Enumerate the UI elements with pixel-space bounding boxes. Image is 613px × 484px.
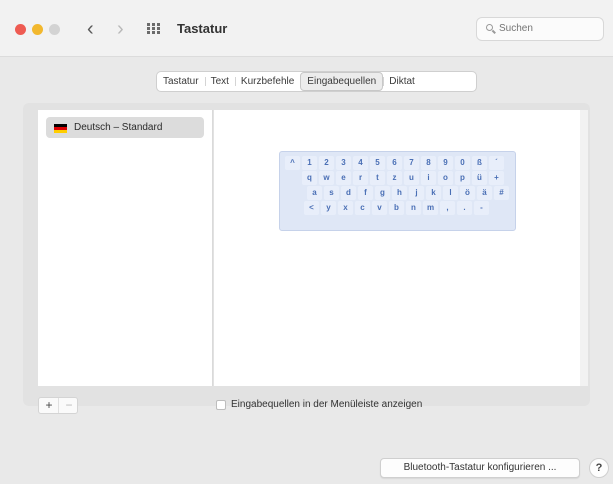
add-source-button[interactable]: +: [39, 398, 59, 413]
back-button[interactable]: ‹: [87, 17, 94, 41]
flag-stripe: [54, 130, 67, 133]
keyboard-key: ´: [489, 156, 504, 170]
keyboard-key: 3: [336, 156, 351, 170]
bluetooth-keyboard-button[interactable]: Bluetooth-Tastatur konfigurieren ...: [380, 458, 580, 478]
input-source-item-deutsch[interactable]: Deutsch – Standard: [46, 117, 204, 138]
keyboard-key: e: [336, 171, 351, 185]
add-remove-control: + −: [38, 397, 78, 414]
keyboard-key: k: [426, 186, 441, 200]
title-bar: ‹ › Tastatur: [0, 0, 613, 57]
keyboard-key: h: [392, 186, 407, 200]
tab-kurzbefehle[interactable]: Kurzbefehle: [234, 72, 300, 91]
input-sources-list: Deutsch – Standard: [38, 110, 213, 386]
keyboard-key: i: [421, 171, 436, 185]
keyboard-key: 8: [421, 156, 436, 170]
keyboard-key: g: [375, 186, 390, 200]
keyboard-layout-preview: ^ 1 2 3 4 5 6 7 8 9 0 ß ´ q w e r t z u i o p ü + a s d f g h j k l ö ä # < y x…: [279, 151, 516, 231]
keyboard-key: #: [494, 186, 509, 200]
close-window-button[interactable]: [15, 24, 26, 35]
keyboard-key: -: [474, 201, 489, 215]
keyboard-row: q w e r t z u i o p ü +: [302, 171, 506, 185]
keyboard-row: a s d f g h j k l ö ä #: [307, 186, 511, 200]
keyboard-key: s: [324, 186, 339, 200]
keyboard-key: .: [457, 201, 472, 215]
keyboard-key: x: [338, 201, 353, 215]
input-source-label: Deutsch – Standard: [74, 122, 163, 133]
keyboard-key: o: [438, 171, 453, 185]
keyboard-key: z: [387, 171, 402, 185]
keyboard-key: +: [489, 171, 504, 185]
search-field[interactable]: [476, 17, 604, 41]
remove-source-button[interactable]: −: [58, 398, 79, 413]
keyboard-key: v: [372, 201, 387, 215]
keyboard-key: ,: [440, 201, 455, 215]
keyboard-key: c: [355, 201, 370, 215]
tab-eingabequellen[interactable]: Eingabequellen: [300, 72, 384, 91]
keyboard-key: 2: [319, 156, 334, 170]
keyboard-key: b: [389, 201, 404, 215]
keyboard-key: 4: [353, 156, 368, 170]
keyboard-key: q: [302, 171, 317, 185]
keyboard-key: ü: [472, 171, 487, 185]
keyboard-key: ^: [285, 156, 300, 170]
keyboard-key: p: [455, 171, 470, 185]
keyboard-key: ß: [472, 156, 487, 170]
forward-button[interactable]: ›: [117, 17, 124, 41]
search-input[interactable]: [499, 23, 595, 34]
keyboard-key: 5: [370, 156, 385, 170]
keyboard-row: < y x c v b n m,. -: [304, 201, 491, 215]
zoom-window-button[interactable]: [49, 24, 60, 35]
keyboard-key: m: [423, 201, 438, 215]
keyboard-key: 9: [438, 156, 453, 170]
keyboard-key: ä: [477, 186, 492, 200]
show-all-grid-icon[interactable]: [147, 23, 161, 35]
keyboard-key: n: [406, 201, 421, 215]
keyboard-key: a: [307, 186, 322, 200]
tab-text[interactable]: Text: [204, 72, 235, 91]
keyboard-key: <: [304, 201, 319, 215]
keyboard-key: 6: [387, 156, 402, 170]
keyboard-key: j: [409, 186, 424, 200]
keyboard-key: w: [319, 171, 334, 185]
german-flag-icon: [54, 124, 67, 133]
keyboard-key: d: [341, 186, 356, 200]
window-title: Tastatur: [177, 21, 228, 36]
keyboard-key: 1: [302, 156, 317, 170]
keyboard-key: r: [353, 171, 368, 185]
panel-edge: [580, 110, 588, 386]
show-in-menubar-checkbox[interactable]: [216, 400, 226, 410]
help-button[interactable]: ?: [589, 458, 609, 478]
keyboard-key: u: [404, 171, 419, 185]
search-icon: [486, 24, 493, 31]
keyboard-key: l: [443, 186, 458, 200]
keyboard-key: 0: [455, 156, 470, 170]
keyboard-key: f: [358, 186, 373, 200]
keyboard-key: t: [370, 171, 385, 185]
tab-tastatur[interactable]: Tastatur: [157, 72, 205, 91]
keyboard-row: ^ 1 2 3 4 5 6 7 8 9 0 ß ´: [285, 156, 506, 170]
show-in-menubar-label: Eingabequellen in der Menüleiste anzeige…: [231, 399, 423, 410]
tab-diktat[interactable]: Diktat: [383, 72, 421, 91]
keyboard-key: ö: [460, 186, 475, 200]
tab-bar: Tastatur Text Kurzbefehle Eingabequellen…: [156, 71, 477, 92]
minimize-window-button[interactable]: [32, 24, 43, 35]
keyboard-key: y: [321, 201, 336, 215]
keyboard-key: 7: [404, 156, 419, 170]
